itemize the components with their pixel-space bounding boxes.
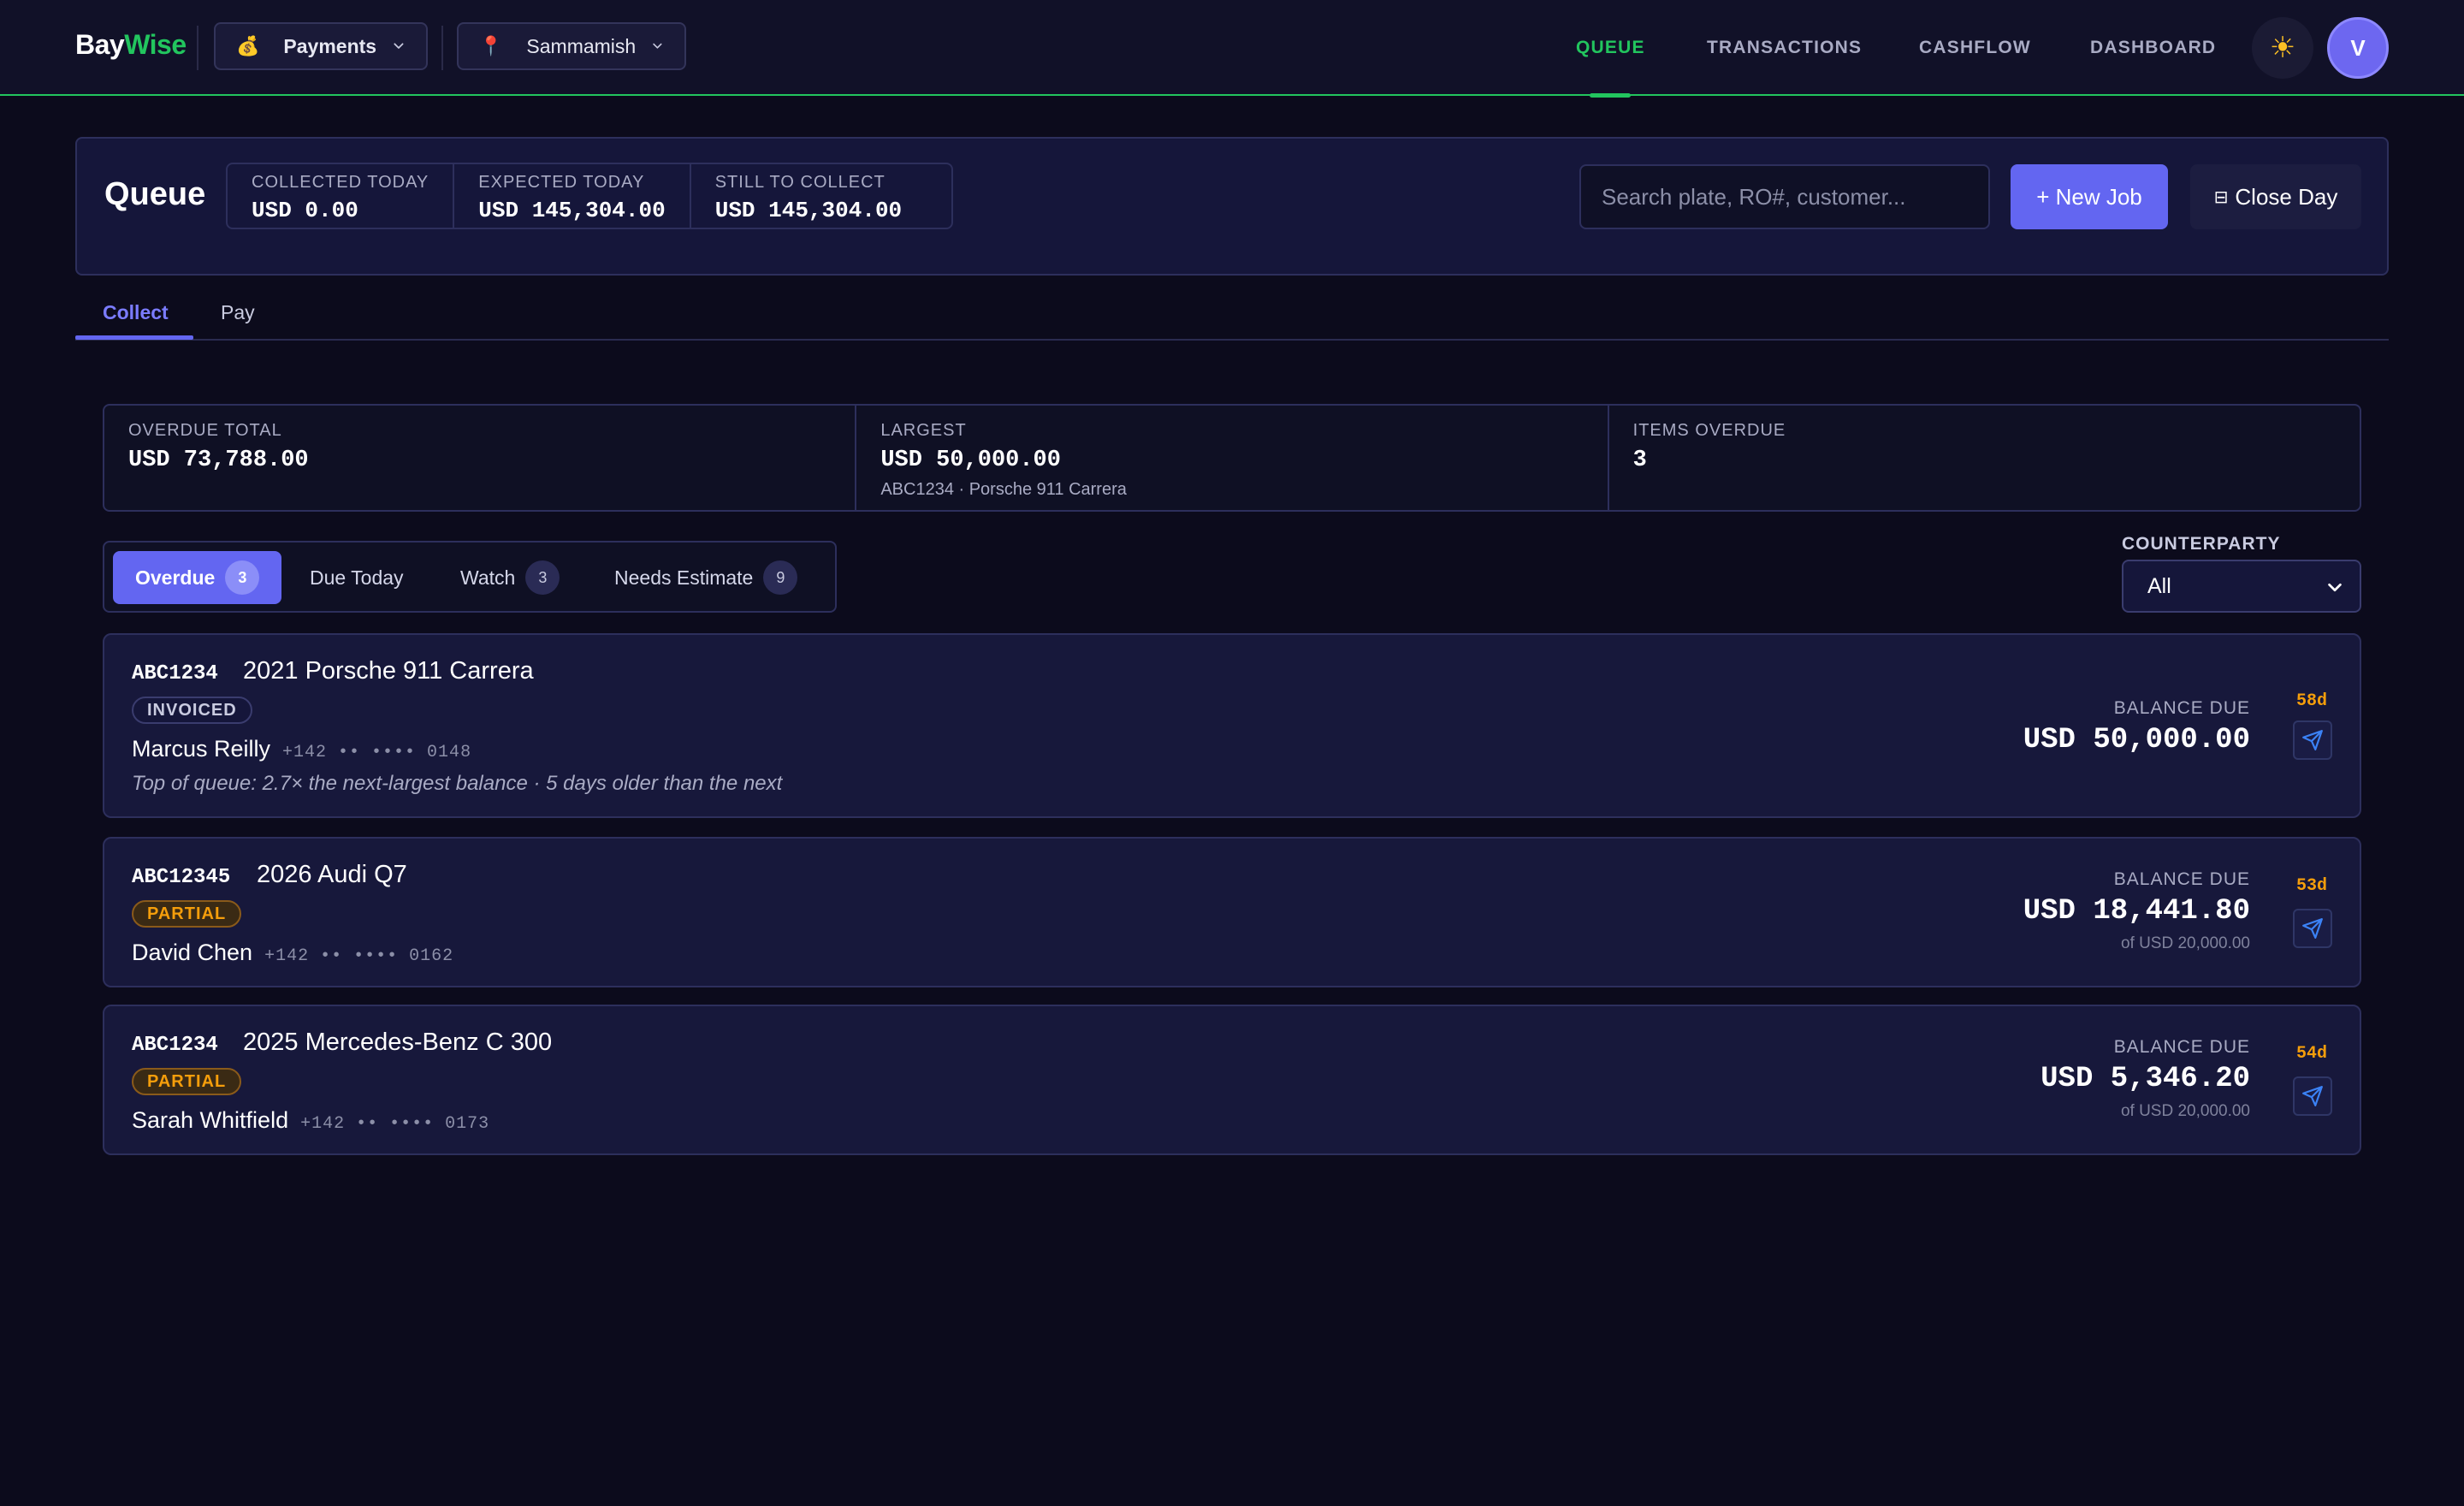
theme-toggle-button[interactable]: ☀	[2252, 17, 2313, 79]
status-badge: INVOICED	[132, 697, 252, 724]
app-logo[interactable]: BayWise	[75, 29, 187, 61]
status-filter-group: Overdue 3 Due Today Watch 3 Needs Estima…	[103, 541, 837, 613]
days-overdue: 53d	[2295, 876, 2327, 896]
balance-due-amount: USD 5,346.20	[2040, 1063, 2250, 1095]
module-selector-label: Payments	[283, 34, 377, 57]
tab-pay[interactable]: Pay	[221, 301, 255, 324]
send-icon	[2302, 918, 2323, 939]
daily-stats: COLLECTED TODAY USD 0.00 EXPECTED TODAY …	[226, 163, 953, 229]
summary-items-overdue: ITEMS OVERDUE 3	[1632, 421, 1786, 473]
location-pin-icon: 📍	[479, 35, 503, 56]
summary-largest: LARGEST USD 50,000.00 ABC1234 · Porsche …	[856, 406, 1609, 510]
close-day-icon: ⊟	[2213, 187, 2229, 207]
vehicle-name: 2026 Audi Q7	[257, 861, 407, 888]
count-badge: 3	[525, 560, 560, 595]
queue-header: Queue COLLECTED TODAY USD 0.00 EXPECTED …	[75, 137, 2389, 276]
user-avatar[interactable]: V	[2327, 17, 2389, 79]
chevron-down-icon	[2328, 583, 2342, 592]
plate-number: ABC12345	[132, 866, 231, 889]
customer-name: Marcus Reilly	[132, 736, 271, 762]
customer-info: Sarah Whitfield +142 •• •••• 0173	[132, 1107, 489, 1134]
divider	[441, 26, 443, 70]
new-job-button[interactable]: + New Job	[2011, 164, 2168, 229]
filter-watch[interactable]: Watch 3	[438, 551, 582, 604]
filter-overdue[interactable]: Overdue 3	[113, 551, 282, 604]
top-navigation-bar: BayWise 💰 Payments 📍 Sammamish QUEUE TRA…	[0, 0, 2464, 98]
sun-icon: ☀	[2269, 32, 2296, 64]
close-day-button[interactable]: ⊟ Close Day	[2190, 164, 2361, 229]
summary-overdue-total: OVERDUE TOTAL USD 73,788.00	[104, 406, 857, 510]
nav-dashboard[interactable]: DASHBOARD	[2090, 0, 2216, 96]
nav-cashflow[interactable]: CASHFLOW	[1919, 0, 2031, 96]
filter-due-today[interactable]: Due Today	[287, 551, 426, 604]
money-bag-icon: 💰	[236, 35, 260, 56]
customer-name: David Chen	[132, 940, 253, 965]
tabs-divider	[75, 339, 2389, 341]
counterparty-label: COUNTERPARTY	[2122, 534, 2281, 554]
balance-due-label: BALANCE DUE	[2113, 1037, 2250, 1057]
tab-collect[interactable]: Collect	[103, 301, 169, 324]
divider	[197, 26, 198, 70]
job-card[interactable]: ABC12345 2026 Audi Q7 PARTIAL David Chen…	[103, 837, 2361, 987]
send-icon	[2302, 1086, 2323, 1106]
customer-phone: +142 •• •••• 0162	[264, 946, 454, 966]
location-selector[interactable]: 📍 Sammamish	[457, 22, 686, 70]
status-badge: PARTIAL	[132, 900, 242, 928]
nav-queue[interactable]: QUEUE	[1576, 0, 1645, 98]
stat-expected-today: EXPECTED TODAY USD 145,304.00	[454, 164, 691, 228]
balance-due-label: BALANCE DUE	[2113, 698, 2250, 718]
count-badge: 9	[763, 560, 798, 595]
location-selector-label: Sammamish	[526, 34, 637, 57]
customer-name: Sarah Whitfield	[132, 1107, 289, 1133]
balance-due-amount: USD 18,441.80	[2023, 895, 2250, 928]
count-badge: 3	[225, 560, 260, 595]
counterparty-select[interactable]: All	[2122, 560, 2361, 613]
send-icon	[2302, 730, 2323, 750]
original-amount: of USD 20,000.00	[2120, 1102, 2250, 1120]
chevron-down-icon	[394, 43, 404, 49]
original-amount: of USD 20,000.00	[2120, 934, 2250, 952]
tab-active-indicator	[75, 335, 193, 340]
nav-transactions[interactable]: TRANSACTIONS	[1707, 0, 1862, 96]
customer-phone: +142 •• •••• 0173	[300, 1114, 490, 1134]
send-reminder-button[interactable]	[2293, 1076, 2332, 1116]
plate-number: ABC1234	[132, 662, 218, 685]
vehicle-name: 2021 Porsche 911 Carrera	[243, 657, 534, 685]
days-overdue: 58d	[2295, 691, 2327, 711]
customer-info: Marcus Reilly +142 •• •••• 0148	[132, 736, 471, 762]
vehicle-name: 2025 Mercedes-Benz C 300	[243, 1029, 553, 1056]
page-title: Queue	[104, 176, 206, 212]
job-card[interactable]: ABC1234 2021 Porsche 911 Carrera INVOICE…	[103, 633, 2361, 818]
send-reminder-button[interactable]	[2293, 909, 2332, 948]
search-input[interactable]	[1579, 164, 1990, 229]
send-reminder-button[interactable]	[2293, 720, 2332, 760]
nav-active-indicator	[1590, 93, 1632, 98]
status-badge: PARTIAL	[132, 1068, 242, 1095]
queue-note: Top of queue: 2.7× the next-largest bala…	[132, 772, 783, 795]
days-overdue: 54d	[2295, 1044, 2327, 1064]
chevron-down-icon	[653, 43, 662, 49]
balance-due-amount: USD 50,000.00	[2023, 724, 2250, 756]
customer-phone: +142 •• •••• 0148	[282, 743, 472, 762]
job-card[interactable]: ABC1234 2025 Mercedes-Benz C 300 PARTIAL…	[103, 1005, 2361, 1155]
balance-due-label: BALANCE DUE	[2113, 869, 2250, 889]
module-selector[interactable]: 💰 Payments	[214, 22, 428, 70]
plate-number: ABC1234	[132, 1034, 218, 1057]
overdue-summary: OVERDUE TOTAL USD 73,788.00 LARGEST USD …	[103, 404, 2361, 512]
customer-info: David Chen +142 •• •••• 0162	[132, 940, 453, 966]
stat-collected-today: COLLECTED TODAY USD 0.00	[228, 164, 455, 228]
filter-needs-estimate[interactable]: Needs Estimate 9	[592, 551, 820, 604]
stat-still-to-collect: STILL TO COLLECT USD 145,304.00	[714, 173, 903, 223]
